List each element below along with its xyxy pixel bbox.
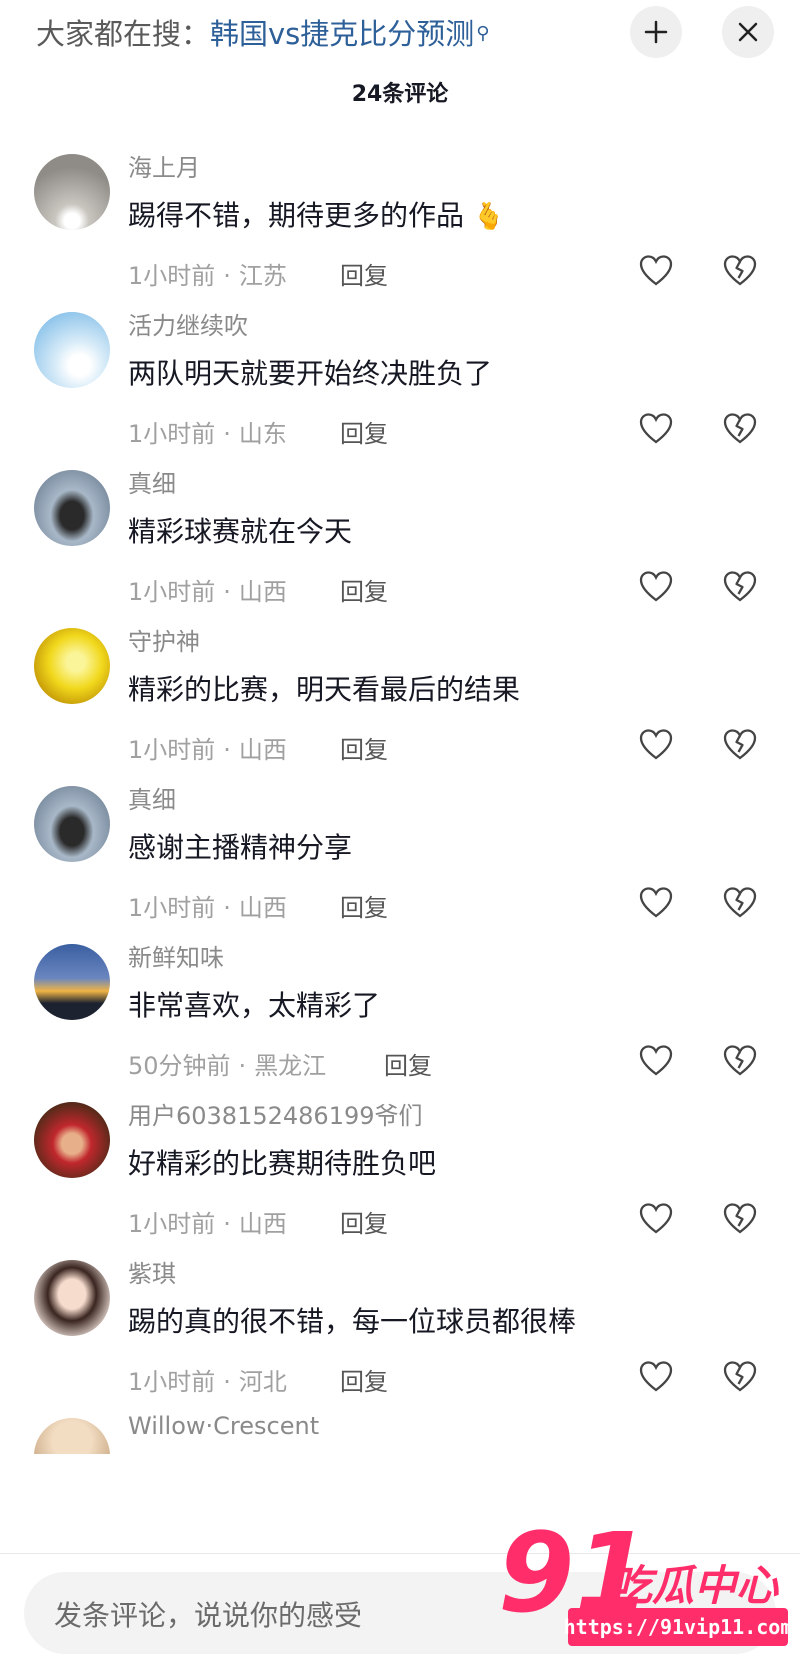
avatar[interactable]	[34, 154, 110, 230]
comment-meta: 1小时前 · 山西	[128, 736, 287, 764]
comment-input-placeholder: 发条评论，说说你的感受	[54, 1599, 363, 1632]
comment-time: 1小时前	[128, 1210, 216, 1238]
reply-button[interactable]: 回复	[340, 572, 388, 607]
reply-button[interactable]: 回复	[340, 256, 388, 291]
comment-text: 感谢主播精神分享	[128, 831, 353, 864]
watermark-url: https://91vip11.com	[564, 1608, 792, 1646]
finger-heart-emoji: 🫰	[472, 202, 506, 232]
header: 大家都在搜：韩国vs捷克比分预测 ⚲ 24条评论	[0, 0, 800, 118]
reply-button[interactable]: 回复	[340, 1204, 388, 1239]
collapse-icon	[644, 20, 668, 44]
comment-text: 两队明天就要开始终决胜负了	[128, 357, 493, 390]
broken-heart-icon[interactable]	[722, 569, 758, 605]
comment-meta: 1小时前 · 江苏	[128, 262, 287, 290]
comment-username[interactable]: 真细	[128, 780, 176, 815]
comment-text: 好精彩的比赛期待胜负吧	[128, 1147, 437, 1180]
heart-icon[interactable]	[638, 727, 674, 763]
comment-location: 河北	[238, 1368, 287, 1396]
comment-time: 1小时前	[128, 578, 216, 606]
comment-item: 真细 感谢主播精神分享 1小时前 · 山西 回复	[0, 782, 800, 940]
watermark-text: 吃瓜中心	[610, 1561, 779, 1610]
comment-time: 1小时前	[128, 736, 216, 764]
avatar[interactable]	[34, 312, 110, 388]
comment-item: 紫琪 踢的真的很不错，每一位球员都很棒 1小时前 · 河北 回复	[0, 1256, 800, 1414]
heart-icon[interactable]	[638, 1043, 674, 1079]
avatar[interactable]	[34, 628, 110, 704]
comment-text: 踢得不错，期待更多的作品 🫰	[128, 194, 505, 234]
comment-item: 新鲜知味 非常喜欢，太精彩了 50分钟前 · 黑龙江 回复	[0, 940, 800, 1098]
comment-time: 1小时前	[128, 420, 216, 448]
comment-location: 山西	[238, 736, 287, 764]
comment-meta: 1小时前 · 山西	[128, 1210, 287, 1238]
broken-heart-icon[interactable]	[722, 253, 758, 289]
comment-meta: 1小时前 · 山西	[128, 894, 287, 922]
heart-icon[interactable]	[638, 411, 674, 447]
watermark: 91 吃瓜中心 https://91vip11.com	[498, 1518, 798, 1668]
broken-heart-icon[interactable]	[722, 1359, 758, 1395]
broken-heart-icon[interactable]	[722, 411, 758, 447]
comment-username[interactable]: 用户6038152486199爷们	[128, 1096, 423, 1131]
heart-icon[interactable]	[638, 569, 674, 605]
broken-heart-icon[interactable]	[722, 1043, 758, 1079]
avatar[interactable]	[34, 786, 110, 862]
reply-button[interactable]: 回复	[340, 888, 388, 923]
comment-time: 1小时前	[128, 1368, 216, 1396]
comment-time: 1小时前	[128, 894, 216, 922]
comment-username[interactable]: 海上月	[128, 148, 200, 183]
comment-username[interactable]: 守护神	[128, 622, 200, 657]
avatar[interactable]	[34, 470, 110, 546]
reply-button[interactable]: 回复	[340, 1362, 388, 1397]
avatar[interactable]	[34, 1102, 110, 1178]
comment-item: 活力继续吹 两队明天就要开始终决胜负了 1小时前 · 山东 回复	[0, 308, 800, 466]
comment-item: 海上月 踢得不错，期待更多的作品 🫰 1小时前 · 江苏 回复	[0, 150, 800, 308]
comment-text-body: 踢得不错，期待更多的作品	[128, 199, 465, 232]
heart-icon[interactable]	[638, 253, 674, 289]
trending-search-label: 大家都在搜：	[36, 17, 211, 51]
comment-username[interactable]: 紫琪	[128, 1254, 176, 1289]
comment-location: 山东	[238, 420, 287, 448]
search-icon[interactable]: ⚲	[476, 14, 489, 54]
comment-username[interactable]: 真细	[128, 464, 176, 499]
collapse-button[interactable]	[630, 6, 682, 58]
comment-item: 守护神 精彩的比赛，明天看最后的结果 1小时前 · 山西 回复	[0, 624, 800, 782]
broken-heart-icon[interactable]	[722, 1201, 758, 1237]
reply-button[interactable]: 回复	[340, 730, 388, 765]
trending-search-term[interactable]: 韩国vs捷克比分预测	[210, 17, 474, 51]
comment-item: Willow·Crescent	[0, 1414, 800, 1454]
avatar[interactable]	[34, 1418, 110, 1454]
comment-username[interactable]: Willow·Crescent	[128, 1414, 319, 1440]
avatar[interactable]	[34, 1260, 110, 1336]
comment-count: 24条评论	[351, 82, 449, 107]
comment-meta: 1小时前 · 山西	[128, 578, 287, 606]
comment-text: 踢的真的很不错，每一位球员都很棒	[128, 1305, 577, 1338]
comment-location: 黑龙江	[254, 1052, 327, 1080]
reply-button[interactable]: 回复	[340, 414, 388, 449]
heart-icon[interactable]	[638, 885, 674, 921]
comment-item: 真细 精彩球赛就在今天 1小时前 · 山西 回复	[0, 466, 800, 624]
comment-location: 山西	[238, 894, 287, 922]
comment-location: 江苏	[238, 262, 287, 290]
comment-username[interactable]: 活力继续吹	[128, 306, 248, 341]
close-icon	[738, 22, 758, 42]
comment-location: 山西	[238, 1210, 287, 1238]
broken-heart-icon[interactable]	[722, 727, 758, 763]
comment-username[interactable]: 新鲜知味	[128, 938, 224, 973]
reply-button[interactable]: 回复	[384, 1046, 432, 1081]
comment-location: 山西	[238, 578, 287, 606]
heart-icon[interactable]	[638, 1359, 674, 1395]
comment-time: 50分钟前	[128, 1052, 231, 1080]
comment-text: 非常喜欢，太精彩了	[128, 989, 381, 1022]
comment-time: 1小时前	[128, 262, 216, 290]
comment-meta: 1小时前 · 山东	[128, 420, 287, 448]
comment-text: 精彩的比赛，明天看最后的结果	[128, 673, 521, 706]
heart-icon[interactable]	[638, 1201, 674, 1237]
comment-meta: 1小时前 · 河北	[128, 1368, 287, 1396]
avatar[interactable]	[34, 944, 110, 1020]
trending-search[interactable]: 大家都在搜：韩国vs捷克比分预测 ⚲	[36, 14, 489, 54]
comment-meta: 50分钟前 · 黑龙江	[128, 1052, 327, 1080]
broken-heart-icon[interactable]	[722, 885, 758, 921]
comment-text: 精彩球赛就在今天	[128, 515, 353, 548]
close-button[interactable]	[722, 6, 774, 58]
comment-item: 用户6038152486199爷们 好精彩的比赛期待胜负吧 1小时前 · 山西 回复	[0, 1098, 800, 1256]
